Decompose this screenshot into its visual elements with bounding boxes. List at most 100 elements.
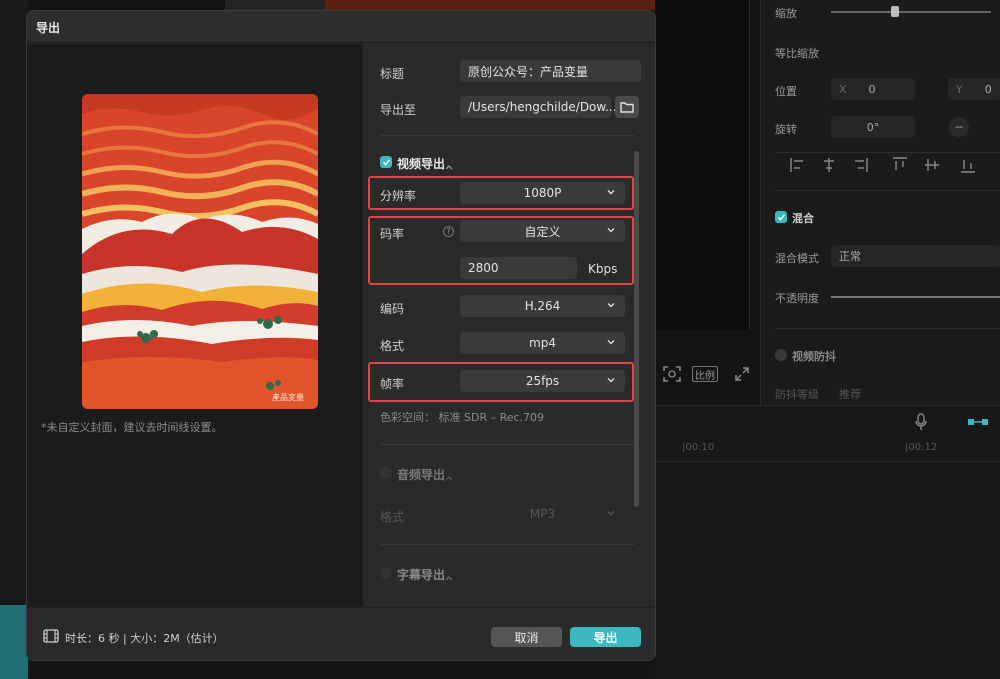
folder-icon <box>620 102 634 113</box>
pos-x-value: 0 <box>868 82 876 96</box>
timeline-clip-thumbnail[interactable] <box>0 605 28 679</box>
rotate-reset-button[interactable]: − <box>949 117 969 137</box>
pos-y-label: Y <box>956 82 963 96</box>
resolution-label: 分辨率 <box>380 189 417 203</box>
blend-label: 混合 <box>792 212 814 225</box>
align-toolbar <box>775 154 1000 176</box>
scale-slider-handle[interactable] <box>891 6 899 17</box>
video-export-checkbox[interactable] <box>380 156 392 168</box>
ratio-button[interactable]: 比例 <box>692 366 718 382</box>
divider <box>380 135 635 136</box>
divider <box>775 152 1000 153</box>
background-top-strip <box>225 0 325 10</box>
help-icon[interactable]: ? <box>443 226 454 237</box>
ratio-label: 比例 <box>695 370 715 382</box>
cover-image[interactable]: 產品変量 <box>82 94 318 409</box>
blend-mode-label: 混合模式 <box>775 252 819 265</box>
video-section-title: 视频导出 <box>397 157 446 171</box>
divider <box>775 190 1000 191</box>
fullscreen-crop-icon[interactable] <box>663 366 681 382</box>
cover-watermark: 產品変量 <box>272 393 304 402</box>
link-toggle-icon[interactable] <box>967 416 989 428</box>
collapse-icon[interactable] <box>445 570 453 584</box>
pos-x-label: X <box>839 82 847 96</box>
audio-format-select[interactable]: MP3 <box>460 503 625 525</box>
color-space-info: 色彩空间： 标准 SDR – Rec.709 <box>380 411 545 424</box>
bitrate-label: 码率 <box>380 227 405 241</box>
dialog-title: 导出 <box>36 21 61 35</box>
resolution-select[interactable]: 1080P <box>460 182 625 204</box>
audio-section-title: 音频导出 <box>397 468 446 482</box>
audio-format-value: MP3 <box>529 507 556 521</box>
microphone-icon[interactable] <box>914 413 928 431</box>
title-value: 原创公众号：产品变量 <box>468 64 589 79</box>
cover-note: *未自定义封面，建议去时间线设置。 <box>41 421 223 434</box>
cancel-button[interactable]: 取消 <box>491 627 562 647</box>
subtitle-export-checkbox[interactable] <box>380 567 392 579</box>
bitrate-input-value: 2800 <box>468 261 499 275</box>
rotate-label: 旋转 <box>775 123 797 136</box>
title-label: 标题 <box>380 67 405 81</box>
format-value: mp4 <box>529 336 556 350</box>
position-x-field[interactable]: X 0 <box>831 78 915 100</box>
framerate-label: 帧率 <box>380 377 405 391</box>
expand-icon[interactable] <box>734 366 750 382</box>
codec-select[interactable]: H.264 <box>460 295 625 317</box>
stabilize-checkbox[interactable] <box>775 349 787 361</box>
opacity-slider[interactable] <box>831 296 1000 298</box>
export-button[interactable]: 导出 <box>570 627 641 647</box>
bitrate-unit: Kbps <box>588 262 618 276</box>
stabilize-level-label: 防抖等级 <box>775 388 819 401</box>
audio-export-checkbox[interactable] <box>380 467 392 479</box>
timeline-tick: |00:10 <box>682 442 715 453</box>
chevron-down-icon <box>607 303 615 308</box>
chevron-down-icon <box>607 190 615 195</box>
codec-value: H.264 <box>524 299 561 313</box>
preview-area <box>655 0 750 330</box>
format-label: 格式 <box>380 339 405 353</box>
cover-panel: 產品変量 *未自定义封面，建议去时间线设置。 <box>27 44 363 607</box>
bitrate-input[interactable]: 2800 <box>460 257 577 279</box>
title-input[interactable]: 原创公众号：产品变量 <box>460 60 641 82</box>
film-icon <box>43 629 59 646</box>
export-path-value: /Users/hengchilde/Dow... <box>468 100 617 114</box>
blend-mode-value: 正常 <box>839 250 861 263</box>
folder-button[interactable] <box>615 96 639 118</box>
collapse-icon[interactable] <box>445 159 453 173</box>
chevron-down-icon <box>607 511 615 516</box>
stabilize-label: 视频防抖 <box>792 350 836 363</box>
dialog-header: 导出 <box>27 11 655 43</box>
export-to-label: 导出至 <box>380 103 417 117</box>
chevron-down-icon <box>607 378 615 383</box>
framerate-value: 25fps <box>525 374 560 388</box>
position-y-field[interactable]: Y 0 <box>948 78 1000 100</box>
collapse-icon[interactable] <box>445 470 453 484</box>
opacity-label: 不透明度 <box>775 292 819 305</box>
rotate-value: 0° <box>866 120 880 134</box>
settings-scrollbar[interactable] <box>634 151 639 507</box>
resolution-value: 1080P <box>523 186 562 200</box>
divider <box>380 544 635 545</box>
bitrate-select[interactable]: 自定义 <box>460 220 625 242</box>
blend-mode-select[interactable]: 正常 <box>831 245 1000 267</box>
timeline-ruler: |00:10 |00:12 <box>655 440 1000 462</box>
divider <box>380 444 635 445</box>
stabilize-level-value: 推荐 <box>839 388 861 401</box>
properties-panel: 缩放 等比缩放 位置 X 0 Y 0 旋转 0° − 混合 混合模式 正常 不透… <box>760 0 1000 405</box>
blend-checkbox[interactable] <box>775 211 787 223</box>
framerate-select[interactable]: 25fps <box>460 370 625 392</box>
subtitle-section-title: 字幕导出 <box>397 568 446 582</box>
timeline-tick: |00:12 <box>905 442 938 453</box>
chevron-down-icon <box>607 228 615 233</box>
uniform-scale-label: 等比缩放 <box>775 47 819 60</box>
divider <box>775 328 1000 329</box>
position-label: 位置 <box>775 85 797 98</box>
background-preview-strip <box>325 0 655 10</box>
rotate-field[interactable]: 0° <box>831 116 915 138</box>
export-dialog: 导出 產品変量 *未自定义封面，建议去时间线设置。 标题 原创公众号：产品变量 … <box>26 10 656 661</box>
format-select[interactable]: mp4 <box>460 332 625 354</box>
export-path-input[interactable]: /Users/hengchilde/Dow... <box>460 96 617 118</box>
codec-label: 编码 <box>380 302 405 316</box>
scale-slider[interactable] <box>831 11 991 13</box>
chevron-down-icon <box>607 340 615 345</box>
